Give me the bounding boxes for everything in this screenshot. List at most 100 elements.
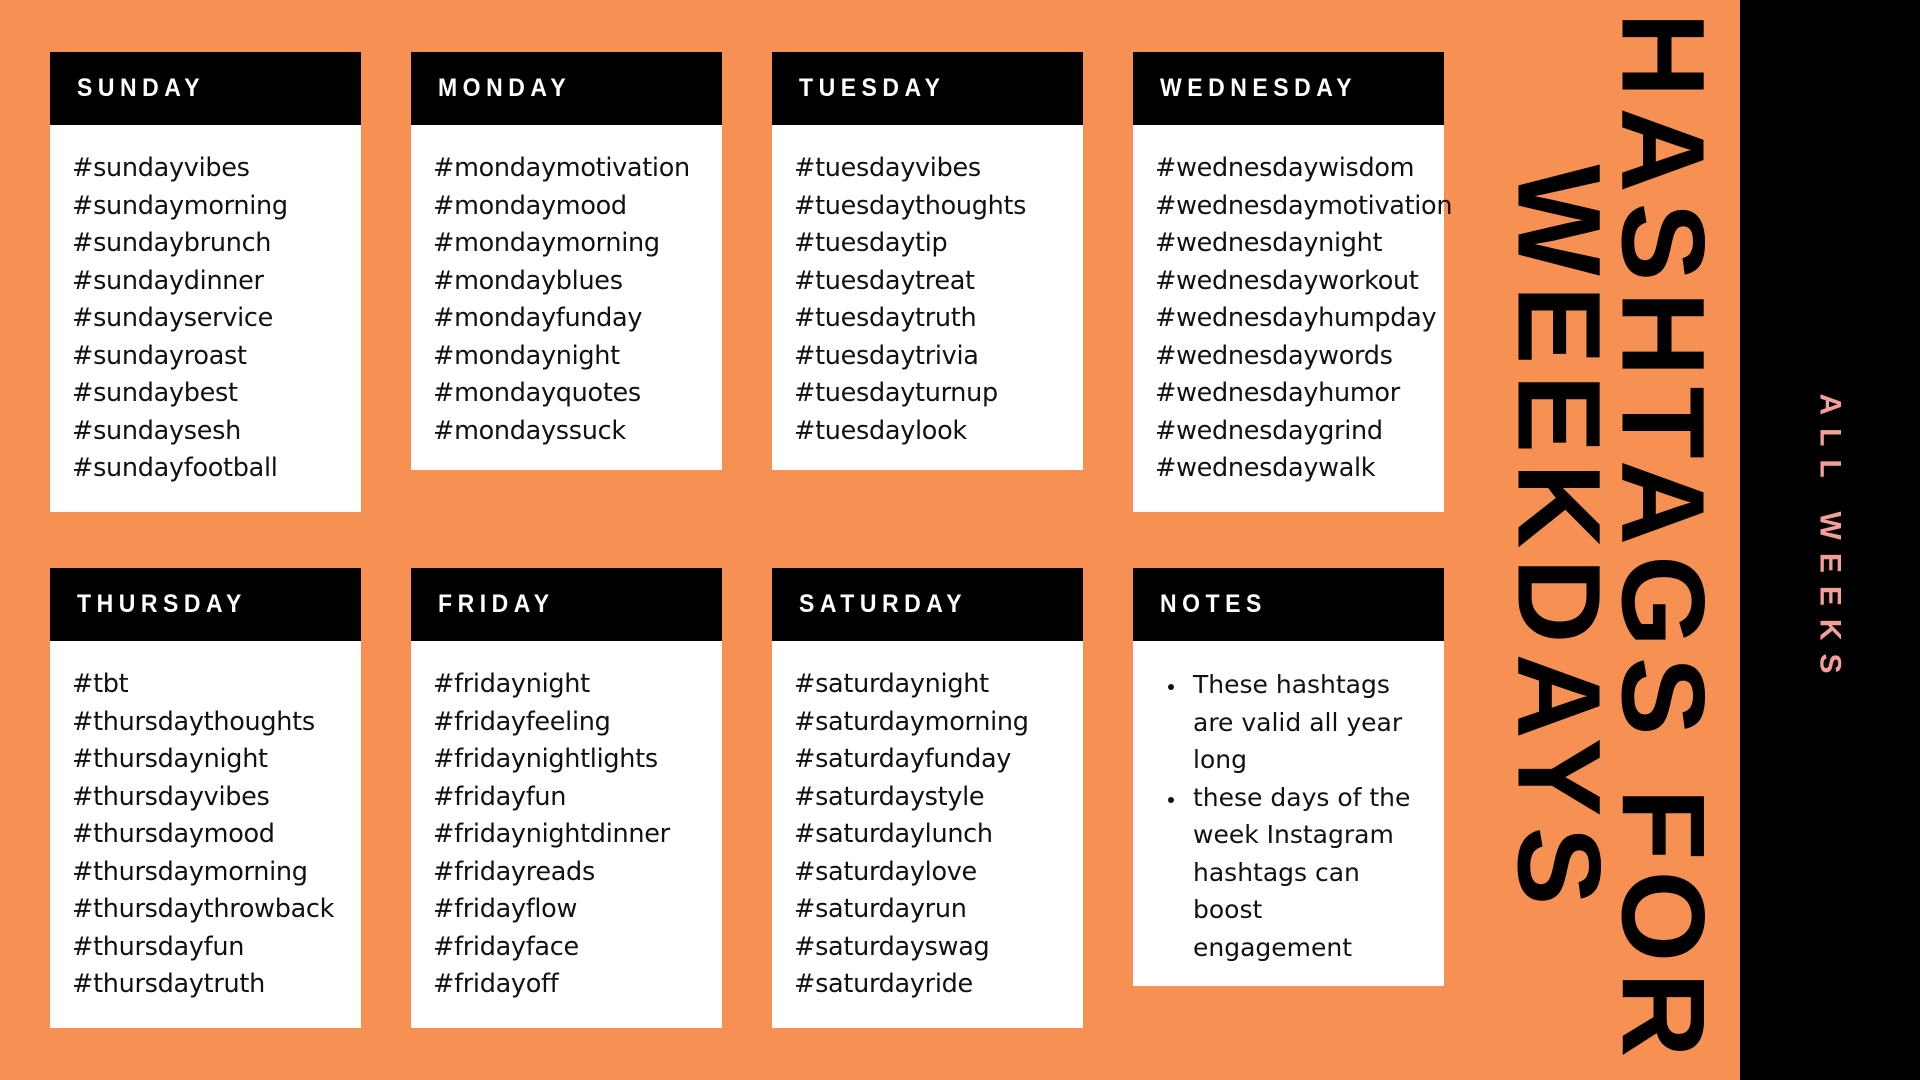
hashtag-item[interactable]: #fridayflow (433, 891, 702, 929)
hashtag-item[interactable]: #thursdayvibes (72, 779, 341, 817)
card-title-monday: MONDAY (438, 74, 572, 102)
hashtag-item[interactable]: #mondaymorning (433, 225, 702, 263)
card-title-wednesday: WEDNESDAY (1160, 74, 1358, 102)
hashtag-item[interactable]: #sundaybrunch (72, 225, 341, 263)
card-header-sunday: SUNDAY (50, 52, 361, 125)
hashtag-item[interactable]: #sundaybest (72, 375, 341, 413)
hashtag-item[interactable]: #tuesdaytruth (794, 300, 1063, 338)
headline-line-1: HASHTAGS FOR (1596, 12, 1729, 1068)
hashtag-item[interactable]: #wednesdaywalk (1155, 450, 1424, 488)
hashtag-item[interactable]: #fridaynight (433, 666, 702, 704)
card-saturday: SATURDAY #saturdaynight #saturdaymorning #s… (772, 568, 1083, 1028)
hashtag-item[interactable]: #sundayvibes (72, 150, 341, 188)
hashtag-item[interactable]: #wednesdaynight (1155, 225, 1424, 263)
hashtag-item[interactable]: #tuesdaylook (794, 413, 1063, 451)
card-monday: MONDAY #mondaymotivation #mondaymood #monda… (411, 52, 722, 470)
hashtag-item[interactable]: #saturdaylunch (794, 816, 1063, 854)
hashtag-item[interactable]: #saturdaystyle (794, 779, 1063, 817)
card-header-friday: FRIDAY (411, 568, 722, 641)
hashtag-list-saturday: #saturdaynight #saturdaymorning #saturdayf… (794, 666, 1063, 1004)
hashtag-item[interactable]: #fridayreads (433, 854, 702, 892)
hashtag-item[interactable]: #mondayssuck (433, 413, 702, 451)
card-body-tuesday: #tuesdayvibes #tuesdaythoughts #tuesdaytip… (772, 125, 1083, 470)
hashtag-item[interactable]: #fridayfeeling (433, 704, 702, 742)
hashtag-item[interactable]: #saturdayswag (794, 929, 1063, 967)
hashtag-item[interactable]: #wednesdaywisdom (1155, 150, 1424, 188)
hashtag-item[interactable]: #tuesdayturnup (794, 375, 1063, 413)
hashtag-item[interactable]: #thursdaymood (72, 816, 341, 854)
hashtag-item[interactable]: #mondaymood (433, 188, 702, 226)
headline-text: HASHTAGS FOR WEEKDAYS (1493, 12, 1729, 1067)
hashtag-list-thursday: #tbt #thursdaythoughts #thursdaynight #thur… (72, 666, 341, 1004)
card-friday: FRIDAY #fridaynight #fridayfeeling #fridayn… (411, 568, 722, 1028)
hashtag-item[interactable]: #tuesdayvibes (794, 150, 1063, 188)
hashtag-item[interactable]: #tuesdaytreat (794, 263, 1063, 301)
hashtag-item[interactable]: #fridayoff (433, 966, 702, 1004)
hashtag-item[interactable]: #mondaymotivation (433, 150, 702, 188)
card-title-friday: FRIDAY (438, 590, 555, 618)
hashtag-item[interactable]: #sundayroast (72, 338, 341, 376)
hashtag-item[interactable]: #tuesdaythoughts (794, 188, 1063, 226)
hashtag-item[interactable]: #thursdaytruth (72, 966, 341, 1004)
card-header-notes: NOTES (1133, 568, 1444, 641)
card-thursday: THURSDAY #tbt #thursdaythoughts #thursdayni… (50, 568, 361, 1028)
hashtag-item[interactable]: #fridayface (433, 929, 702, 967)
hashtag-item[interactable]: #sundayservice (72, 300, 341, 338)
hashtag-item[interactable]: #fridayfun (433, 779, 702, 817)
hashtag-item[interactable]: #wednesdayhumpday (1155, 300, 1437, 338)
hashtag-item[interactable]: #saturdaynight (794, 666, 1063, 704)
hashtag-item[interactable]: #fridaynightdinner (433, 816, 702, 854)
hashtag-item[interactable]: #wednesdaymotivation (1155, 188, 1453, 226)
card-body-monday: #mondaymotivation #mondaymood #mondaymorni… (411, 125, 722, 470)
card-body-friday: #fridaynight #fridayfeeling #fridaynightli… (411, 641, 722, 1028)
hashtag-item[interactable]: #mondaynight (433, 338, 702, 376)
card-body-saturday: #saturdaynight #saturdaymorning #saturdayf… (772, 641, 1083, 1028)
hashtag-item[interactable]: #mondayfunday (433, 300, 702, 338)
hashtag-item[interactable]: #thursdaythoughts (72, 704, 341, 742)
card-body-thursday: #tbt #thursdaythoughts #thursdaynight #thur… (50, 641, 361, 1028)
hashtag-item[interactable]: #saturdaylove (794, 854, 1063, 892)
hashtag-item[interactable]: #wednesdaygrind (1155, 413, 1424, 451)
hashtag-item[interactable]: #saturdayfunday (794, 741, 1063, 779)
card-title-notes: NOTES (1160, 590, 1267, 618)
hashtag-item[interactable]: #tuesdaytip (794, 225, 1063, 263)
hashtag-list-wednesday: #wednesdaywisdom #wednesdaymotivation #wed… (1155, 150, 1453, 488)
hashtag-item[interactable]: #wednesdaywords (1155, 338, 1424, 376)
hashtag-item[interactable]: #sundaydinner (72, 263, 341, 301)
hashtag-item[interactable]: #sundaysesh (72, 413, 341, 451)
note-item: these days of the week Instagram hashtag… (1187, 779, 1424, 967)
all-weeks-strip: ALL WEEKS (1740, 0, 1920, 1080)
all-weeks-label: ALL WEEKS (1814, 393, 1847, 687)
note-item: These hashtags are valid all year long (1187, 666, 1424, 779)
card-body-wednesday: #wednesdaywisdom #wednesdaymotivation #wed… (1133, 125, 1453, 512)
hashtag-list-monday: #mondaymotivation #mondaymood #mondaymorni… (433, 150, 702, 450)
hashtag-list-sunday: #sundayvibes #sundaymorning #sundaybrunch #… (72, 150, 341, 488)
weekday-card-grid: SUNDAY #sundayvibes #sundaymorning #sundayb… (50, 52, 1453, 1028)
hashtag-item[interactable]: #wednesdayhumor (1155, 375, 1424, 413)
hashtag-item[interactable]: #tuesdaytrivia (794, 338, 1063, 376)
poster-canvas: SUNDAY #sundayvibes #sundaymorning #sundayb… (0, 0, 1920, 1080)
hashtag-item[interactable]: #tbt (72, 666, 341, 704)
hashtag-item[interactable]: #saturdayride (794, 966, 1063, 1004)
hashtag-item[interactable]: #mondayblues (433, 263, 702, 301)
hashtag-item[interactable]: #thursdaymorning (72, 854, 341, 892)
card-title-sunday: SUNDAY (77, 74, 206, 102)
card-title-thursday: THURSDAY (77, 590, 247, 618)
hashtag-item[interactable]: #saturdaymorning (794, 704, 1063, 742)
hashtag-item[interactable]: #sundayfootball (72, 450, 341, 488)
card-wednesday: WEDNESDAY #wednesdaywisdom #wednesdaymotiv… (1133, 52, 1453, 512)
card-tuesday: TUESDAY #tuesdayvibes #tuesdaythoughts #tue… (772, 52, 1083, 470)
hashtag-item[interactable]: #sundaymorning (72, 188, 341, 226)
hashtag-item[interactable]: #fridaynightlights (433, 741, 702, 779)
hashtag-item[interactable]: #mondayquotes (433, 375, 702, 413)
notes-list-notes: These hashtags are valid all year longth… (1187, 666, 1424, 966)
hashtag-item[interactable]: #thursdaynight (72, 741, 341, 779)
card-notes: NOTES These hashtags are valid all year l… (1133, 568, 1444, 986)
hashtag-item[interactable]: #thursdaythrowback (72, 891, 341, 929)
hashtag-item[interactable]: #saturdayrun (794, 891, 1063, 929)
card-header-tuesday: TUESDAY (772, 52, 1083, 125)
hashtag-item[interactable]: #wednesdayworkout (1155, 263, 1424, 301)
card-body-notes: These hashtags are valid all year longth… (1133, 641, 1444, 986)
card-title-saturday: SATURDAY (799, 590, 968, 618)
hashtag-item[interactable]: #thursdayfun (72, 929, 341, 967)
